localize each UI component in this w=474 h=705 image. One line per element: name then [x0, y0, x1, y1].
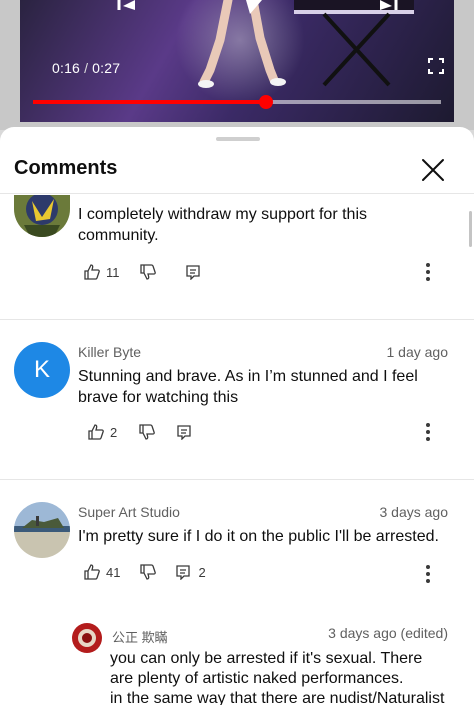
like-count: 41 — [106, 564, 121, 580]
avatar-image — [72, 623, 102, 653]
avatar[interactable] — [14, 195, 70, 237]
like-count: 11 — [106, 264, 120, 280]
seek-bar-thumb[interactable] — [258, 95, 273, 109]
comment-time: 3 days ago — [379, 504, 449, 520]
reply-text-line: you can only be arrested if it's sexual.… — [110, 650, 423, 667]
play-icon[interactable] — [242, 0, 266, 14]
close-icon[interactable] — [420, 157, 446, 183]
keyboard-stand-image — [294, 0, 414, 87]
comment-time: 1 day ago — [386, 344, 449, 360]
drag-handle[interactable] — [216, 137, 260, 141]
more-options-icon[interactable] — [424, 564, 432, 584]
comment-text-line: I'm pretty sure if I do it on the public… — [78, 528, 439, 545]
comment-item: Super Art Studio 3 days ago I'm pretty s… — [0, 480, 474, 620]
comments-sheet: Comments I completely withdraw my suppor… — [0, 127, 474, 705]
reply-button[interactable] — [185, 264, 200, 280]
thumbs-down-icon — [139, 264, 156, 280]
comment-text-line: brave for watching this — [78, 389, 239, 406]
sheet-title: Comments — [14, 157, 118, 179]
skip-next-icon[interactable] — [376, 0, 400, 10]
time-display: 0:16/0:27 — [52, 60, 120, 76]
reply-text-line: in the same way that there are nudist/Na… — [110, 690, 445, 705]
reply-button[interactable]: 2 — [176, 564, 206, 580]
comment-author[interactable]: Killer Byte — [78, 344, 141, 360]
thumbs-down-icon — [140, 564, 157, 580]
reply-button[interactable] — [177, 424, 191, 440]
video-player[interactable]: 0:16/0:27 — [0, 0, 474, 130]
reply-icon — [177, 424, 191, 440]
comment-actions: 11 — [84, 262, 200, 282]
reply-text: you can only be arrested if it's sexual.… — [110, 649, 456, 705]
dislike-button[interactable] — [140, 564, 157, 580]
comment-item: I completely withdraw my support for thi… — [0, 193, 474, 319]
reply-count: 2 — [198, 564, 206, 580]
seek-bar-played — [33, 100, 266, 104]
comment-author[interactable]: Super Art Studio — [78, 504, 180, 520]
thumbs-up-icon — [84, 564, 100, 580]
avatar[interactable] — [14, 502, 70, 558]
reply-time: 3 days ago (edited) — [328, 625, 448, 641]
thumbs-up-icon — [88, 424, 104, 440]
reply-author[interactable]: 公正 欺瞞 — [112, 627, 168, 646]
like-count: 2 — [110, 424, 118, 440]
more-options-icon[interactable] — [424, 422, 432, 442]
like-button[interactable]: 11 — [84, 264, 120, 280]
comment-text: I'm pretty sure if I do it on the public… — [78, 526, 454, 547]
current-time: 0:16 — [52, 60, 81, 76]
thumbs-down-icon — [139, 424, 156, 440]
comment-item: K Killer Byte 1 day ago Stunning and bra… — [0, 320, 474, 478]
time-separator: / — [84, 60, 89, 76]
like-button[interactable]: 2 — [88, 424, 117, 440]
thumbs-up-icon — [84, 264, 100, 280]
dislike-button[interactable] — [139, 264, 156, 280]
avatar[interactable] — [72, 623, 102, 653]
reply-item: 公正 欺瞞 3 days ago (edited) you can only b… — [0, 617, 474, 705]
fullscreen-icon[interactable] — [428, 58, 444, 74]
comment-actions: 41 2 — [84, 562, 206, 582]
comment-text: I completely withdraw my support for thi… — [78, 204, 454, 246]
comment-actions: 2 — [84, 422, 191, 442]
avatar-image — [14, 195, 70, 237]
comment-text-line: I completely withdraw my support for thi… — [78, 206, 367, 223]
like-button[interactable]: 41 — [84, 564, 120, 580]
dislike-button[interactable] — [139, 424, 156, 440]
comment-text-line: community. — [78, 227, 159, 244]
skip-previous-icon[interactable] — [115, 0, 139, 10]
reply-icon — [176, 564, 191, 580]
seek-bar[interactable] — [33, 95, 441, 109]
avatar-image — [14, 502, 70, 558]
more-options-icon[interactable] — [424, 262, 432, 282]
reply-text-line: are plenty of artistic naked performance… — [110, 670, 404, 687]
avatar[interactable]: K — [14, 342, 70, 398]
duration: 0:27 — [92, 60, 121, 76]
comment-text: Stunning and brave. As in I’m stunned an… — [78, 366, 454, 408]
comment-text-line: Stunning and brave. As in I’m stunned an… — [78, 368, 418, 385]
reply-icon — [185, 264, 200, 280]
